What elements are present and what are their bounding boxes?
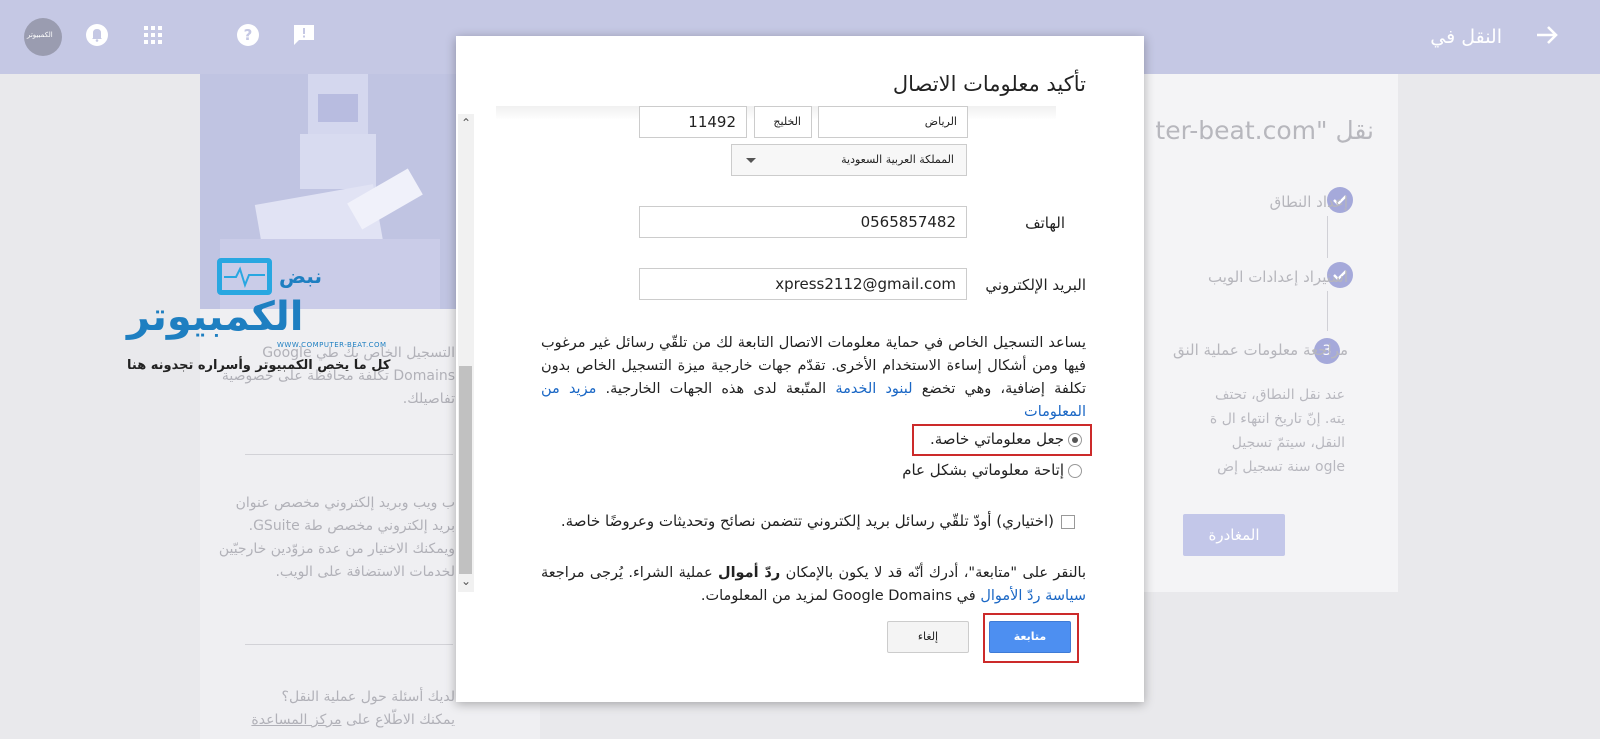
left-card-text-2: ب ويب وبريد إلكتروني مخصص عنوان بريد إلك… (218, 495, 455, 580)
avatar-label: الكمبيوتر (27, 31, 53, 39)
step-connector (1327, 216, 1328, 258)
email-label: البريد الإلكتروني (985, 276, 1086, 294)
region-input[interactable]: الخليج (754, 106, 812, 138)
radio-public-label: إتاحة معلوماتي بشكل عام (902, 461, 1064, 479)
transfer-title: نقل "ter-beat.com (1155, 116, 1374, 145)
refund-bold: ردّ أموال (717, 565, 781, 581)
terms-link[interactable]: لبنود الخدمة (835, 381, 912, 397)
page-title: النقل في (1430, 26, 1502, 48)
step-1-label: إعداد النطاق (1269, 193, 1348, 211)
refund-text-2: عملية الشراء. يُرجى مراجعة (541, 565, 713, 581)
help-question: لديك أسئلة حول عملية النقل؟ (281, 689, 455, 705)
privacy-description: يساعد التسجيل الخاص في حماية معلومات الا… (541, 332, 1086, 424)
logo-url: WWW.COMPUTER-BEAT.COM (277, 341, 387, 349)
help-line: يمكنك الاطّلاع على مركز المساعدة (210, 709, 455, 732)
notifications-icon[interactable] (82, 20, 112, 50)
logo-nabd: نبض (279, 264, 322, 288)
site-watermark-logo: نبض الكمبيوتر WWW.COMPUTER-BEAT.COM كل م… (127, 258, 417, 378)
avatar[interactable]: الكمبيوتر (24, 18, 62, 56)
arrow-forward-icon[interactable] (1532, 20, 1562, 50)
continue-button[interactable]: متابعة (989, 621, 1071, 653)
confirm-contact-dialog: تأكيد معلومات الاتصال ⌃ ⌄ الرياض الخليج … (456, 36, 1144, 702)
help-icon[interactable]: ? (233, 20, 263, 50)
refund-policy-link[interactable]: سياسة ردّ الأموال (980, 588, 1086, 604)
scroll-up-arrow-icon[interactable]: ⌃ (458, 116, 474, 132)
step-3-description: عند نقل النطاق، تحتف يته. إنّ تاريخ انته… (1209, 387, 1345, 475)
radio-public[interactable] (1068, 464, 1082, 478)
step-2-label: استيراد إعدادات الويب (1208, 268, 1348, 286)
divider (245, 644, 453, 645)
optin-checkbox[interactable] (1061, 515, 1075, 529)
leave-button[interactable]: المغادرة (1183, 514, 1285, 556)
svg-text:?: ? (244, 26, 253, 44)
country-select[interactable]: المملكة العربية السعودية (731, 144, 967, 176)
country-selected: المملكة العربية السعودية (841, 153, 954, 166)
email-input[interactable]: xpress2112@gmail.com (639, 268, 967, 300)
phone-input[interactable]: 0565857482 (639, 206, 967, 238)
logo-name: الكمبيوتر (127, 294, 304, 340)
logo-subtitle: كل ما يخص الكمبيوتر وأسراره تجدونه هنا (127, 358, 391, 373)
phone-label: الهاتف (1025, 214, 1065, 232)
refund-notice: بالنقر على "متابعة"، أدرك أنّه قد لا يكو… (541, 562, 1086, 608)
chevron-down-icon (746, 158, 756, 163)
monitor-icon (217, 258, 272, 295)
city-input[interactable]: الرياض (818, 106, 968, 138)
optin-label: (اختياري) أودّ تلقّي رسائل بريد إلكتروني… (560, 512, 1054, 530)
dialog-title: تأكيد معلومات الاتصال (892, 72, 1086, 96)
step-3-label: مراجعة معلومات عملية النق (1173, 341, 1348, 359)
step-connector (1327, 291, 1328, 331)
help-prefix: يمكنك الاطّلاع على (345, 712, 455, 728)
radio-private[interactable] (1068, 433, 1082, 447)
divider (245, 454, 453, 455)
pulse-line (224, 266, 265, 288)
feedback-icon[interactable] (289, 20, 319, 50)
scrollbar-thumb[interactable] (459, 366, 472, 574)
radio-private-label: جعل معلوماتي خاصة. (929, 430, 1064, 448)
scroll-down-arrow-icon[interactable]: ⌄ (458, 574, 474, 590)
help-center-link[interactable]: مركز المساعدة (251, 712, 341, 728)
refund-text-1: بالنقر على "متابعة"، أدرك أنّه قد لا يكو… (785, 565, 1086, 581)
apps-grid-icon[interactable] (138, 20, 168, 50)
refund-text-3: في Google Domains لمزيد من المعلومات. (700, 588, 976, 604)
postal-code-input[interactable]: 11492 (639, 106, 747, 138)
cancel-button[interactable]: إلغاء (887, 621, 969, 653)
privacy-text-2: المتّبعة لدى هذه الجهات الخارجية. (605, 381, 827, 397)
left-card-text-3: لديك أسئلة حول عملية النقل؟ يمكنك الاطّل… (210, 686, 455, 732)
